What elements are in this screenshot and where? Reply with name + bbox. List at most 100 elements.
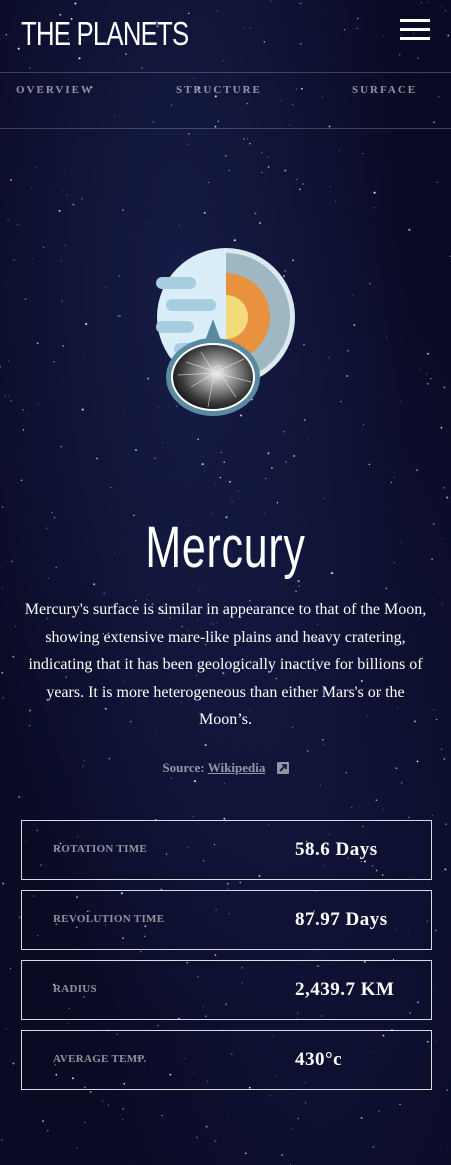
star [220,451,222,453]
star [0,365,2,368]
menu-bar [400,37,430,40]
star [382,809,384,811]
star [434,929,437,932]
star [426,382,429,385]
star [10,179,12,181]
star [438,382,439,384]
star [284,169,287,172]
star [66,1023,68,1024]
star [428,880,429,882]
star [399,1103,401,1106]
star [147,377,150,380]
external-link-icon[interactable] [276,762,289,774]
site-logo[interactable]: THE PLANETS [21,12,189,56]
star [233,239,236,242]
star [274,447,276,448]
wikipedia-link[interactable]: Wikipedia [208,760,266,775]
star [13,258,16,262]
star [214,954,217,956]
star [31,257,33,259]
star [123,410,126,412]
stat-label: RADIUS [53,983,97,995]
star [223,783,225,785]
star [270,467,273,469]
star [439,206,440,208]
star [396,150,398,151]
star [118,314,121,317]
star [356,158,357,160]
star [62,190,64,191]
star [351,806,353,808]
star [178,224,180,226]
hamburger-menu-icon[interactable] [400,19,430,41]
star [2,225,4,227]
star [50,381,52,383]
star [347,350,349,352]
star [9,967,12,969]
star [438,332,439,334]
star [305,1102,307,1104]
stat-value: 2,439.7 KM [295,979,395,1000]
stat-revolution-time: REVOLUTION TIME 87.97 Days [21,890,432,950]
star [371,1146,373,1148]
star [227,882,229,885]
star [231,500,233,503]
star [267,166,270,168]
star [7,360,10,362]
star [46,1129,49,1132]
star [224,154,227,157]
star [74,505,76,507]
star [307,750,309,752]
star [14,625,17,628]
tab-structure[interactable]: STRUCTURE [176,84,262,96]
star [320,784,321,786]
menu-bar [400,19,430,22]
star [199,589,201,591]
star [362,153,364,155]
star [298,585,300,587]
star [386,336,387,338]
star [441,602,443,605]
planet-illustration [156,247,296,417]
star [170,777,173,780]
star [416,469,419,472]
tab-surface[interactable]: SURFACE [352,84,417,96]
star [228,480,231,483]
star [328,356,330,359]
star [108,1104,109,1106]
star [431,814,433,816]
star [58,209,61,212]
star [299,188,301,191]
stat-value: 87.97 Days [295,909,388,930]
star [446,496,449,499]
tab-overview[interactable]: OVERVIEW [16,84,94,96]
star [83,353,85,355]
star [2,697,4,699]
star [237,1098,239,1100]
star [132,238,134,240]
star [215,482,216,484]
star [323,497,325,500]
star [7,219,9,222]
stat-radius: RADIUS 2,439.7 KM [21,960,432,1020]
star [193,780,197,783]
star [60,445,63,448]
star [401,782,403,784]
star [155,734,156,735]
star [8,395,10,397]
star [72,203,75,206]
star [284,460,287,463]
star [334,200,337,203]
star [373,191,376,194]
star [85,322,88,325]
star [322,744,324,746]
star [4,395,7,398]
star [147,594,149,595]
star [239,881,242,884]
star [373,207,375,209]
star [304,419,306,421]
star [149,222,150,224]
star [34,1026,36,1027]
star [267,452,270,455]
stat-rotation-time: ROTATION TIME 58.6 Days [21,820,432,880]
